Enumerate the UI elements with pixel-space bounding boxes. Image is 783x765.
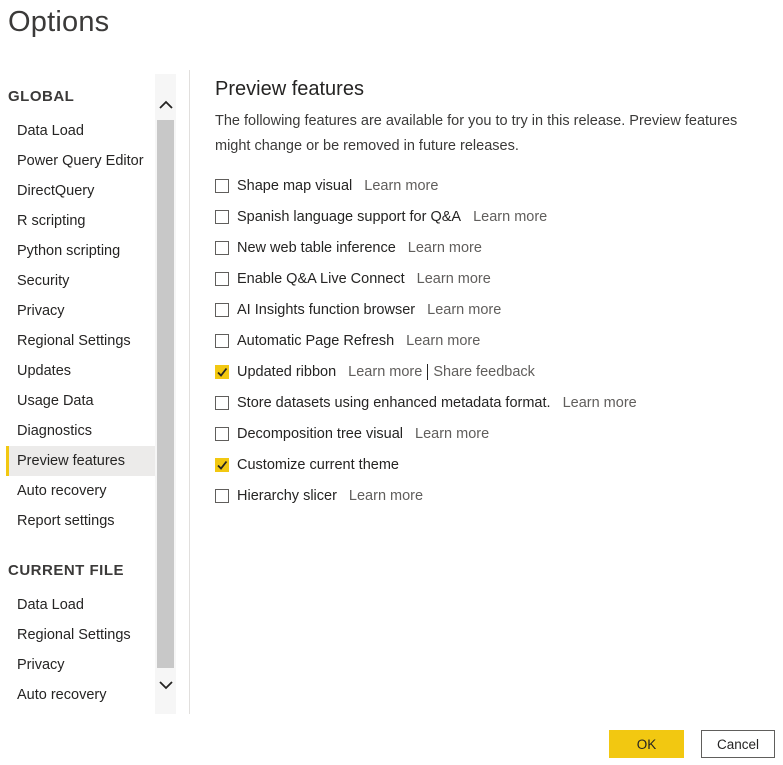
nav-item-security[interactable]: Security <box>6 266 155 296</box>
feature-label: Decomposition tree visual <box>237 425 404 442</box>
link-separator <box>427 363 429 380</box>
learn-more-link[interactable]: Learn more <box>364 178 438 194</box>
ok-button[interactable]: OK <box>609 730 684 758</box>
nav-item-privacy[interactable]: Privacy <box>6 296 155 326</box>
checkmark-icon <box>217 367 228 377</box>
feature-row: Hierarchy slicer Learn more <box>215 480 423 511</box>
feature-label: Shape map visual <box>237 177 353 194</box>
learn-more-link[interactable]: Learn more <box>408 240 482 256</box>
feature-label: AI Insights function browser <box>237 301 416 318</box>
nav-item-current-file-privacy[interactable]: Privacy <box>6 650 155 680</box>
learn-more-link[interactable]: Learn more <box>406 333 480 349</box>
feature-label: Updated ribbon <box>237 363 337 380</box>
feature-row: AI Insights function browser Learn more <box>215 294 501 325</box>
section-title: Preview features <box>215 78 364 100</box>
nav-item-updates[interactable]: Updates <box>6 356 155 386</box>
feature-checkbox[interactable] <box>215 271 229 286</box>
feature-row: Enable Q&A Live Connect Learn more <box>215 263 491 294</box>
chevron-down-icon <box>158 680 173 689</box>
nav-item-python-scripting[interactable]: Python scripting <box>6 236 155 266</box>
learn-more-link[interactable]: Learn more <box>563 395 637 411</box>
nav-item-diagnostics[interactable]: Diagnostics <box>6 416 155 446</box>
learn-more-link[interactable]: Learn more <box>417 271 491 287</box>
checkmark-icon <box>217 460 228 470</box>
feature-label: Automatic Page Refresh <box>237 332 395 349</box>
scroll-up-button[interactable] <box>155 91 176 117</box>
scroll-down-button[interactable] <box>155 672 176 698</box>
nav-item-usage-data[interactable]: Usage Data <box>6 386 155 416</box>
scroll-thumb[interactable] <box>157 120 174 668</box>
feature-checkbox[interactable] <box>215 426 229 441</box>
nav-item-power-query-editor[interactable]: Power Query Editor <box>6 146 155 176</box>
feature-row: Spanish language support for Q&A Learn mo… <box>215 201 547 232</box>
feature-label: Enable Q&A Live Connect <box>237 270 405 287</box>
nav-item-current-file-data-load[interactable]: Data Load <box>6 590 155 620</box>
preview-features-pane: Preview features The following features … <box>215 78 775 504</box>
nav-item-report-settings[interactable]: Report settings <box>6 506 155 536</box>
feature-checkbox[interactable] <box>215 302 229 317</box>
window-title: Options <box>8 6 110 38</box>
nav-item-r-scripting[interactable]: R scripting <box>6 206 155 236</box>
feature-checkbox[interactable] <box>215 333 229 348</box>
learn-more-link[interactable]: Learn more <box>473 209 547 225</box>
feature-checkbox[interactable] <box>215 240 229 255</box>
nav-item-current-file-regional-settings[interactable]: Regional Settings <box>6 620 155 650</box>
nav-item-auto-recovery[interactable]: Auto recovery <box>6 476 155 506</box>
feature-label: New web table inference <box>237 239 396 256</box>
learn-more-link[interactable]: Learn more <box>349 488 423 504</box>
feature-checkbox[interactable] <box>215 178 229 193</box>
feature-row: Shape map visual Learn more <box>215 170 438 201</box>
feature-checkbox[interactable] <box>215 457 229 472</box>
feature-label: Hierarchy slicer <box>237 487 337 504</box>
nav-item-regional-settings[interactable]: Regional Settings <box>6 326 155 356</box>
feature-row: Store datasets using enhanced metadata f… <box>215 387 637 418</box>
feature-label: Spanish language support for Q&A <box>237 208 462 225</box>
feature-row: Decomposition tree visual Learn more <box>215 418 489 449</box>
options-nav: GLOBAL Data Load Power Query Editor Direct… <box>0 74 155 714</box>
feature-row: Automatic Page Refresh Learn more <box>215 325 480 356</box>
chevron-up-icon <box>158 100 173 109</box>
feature-row: Updated ribbon Learn more Share feedback <box>215 356 535 387</box>
learn-more-link[interactable]: Learn more <box>348 364 422 380</box>
feature-checkbox[interactable] <box>215 209 229 224</box>
share-feedback-link[interactable]: Share feedback <box>433 364 535 380</box>
global-heading: GLOBAL <box>8 88 75 105</box>
nav-scrollbar[interactable] <box>155 74 176 714</box>
nav-item-directquery[interactable]: DirectQuery <box>6 176 155 206</box>
feature-label: Store datasets using enhanced metadata f… <box>237 394 551 411</box>
feature-checkbox[interactable] <box>215 395 229 410</box>
feature-row: Customize current theme <box>215 449 399 480</box>
nav-item-current-file-auto-recovery[interactable]: Auto recovery <box>6 680 155 710</box>
cancel-button[interactable]: Cancel <box>701 730 775 758</box>
feature-checkbox[interactable] <box>215 488 229 503</box>
nav-item-preview-features[interactable]: Preview features <box>6 446 155 476</box>
feature-row: New web table inference Learn more <box>215 232 482 263</box>
nav-item-data-load[interactable]: Data Load <box>6 116 155 146</box>
feature-checkbox[interactable] <box>215 364 229 379</box>
pane-divider <box>189 70 190 714</box>
feature-label: Customize current theme <box>237 456 399 473</box>
learn-more-link[interactable]: Learn more <box>415 426 489 442</box>
current-file-heading: CURRENT FILE <box>8 562 124 579</box>
section-description: The following features are available for… <box>215 113 738 154</box>
learn-more-link[interactable]: Learn more <box>427 302 501 318</box>
